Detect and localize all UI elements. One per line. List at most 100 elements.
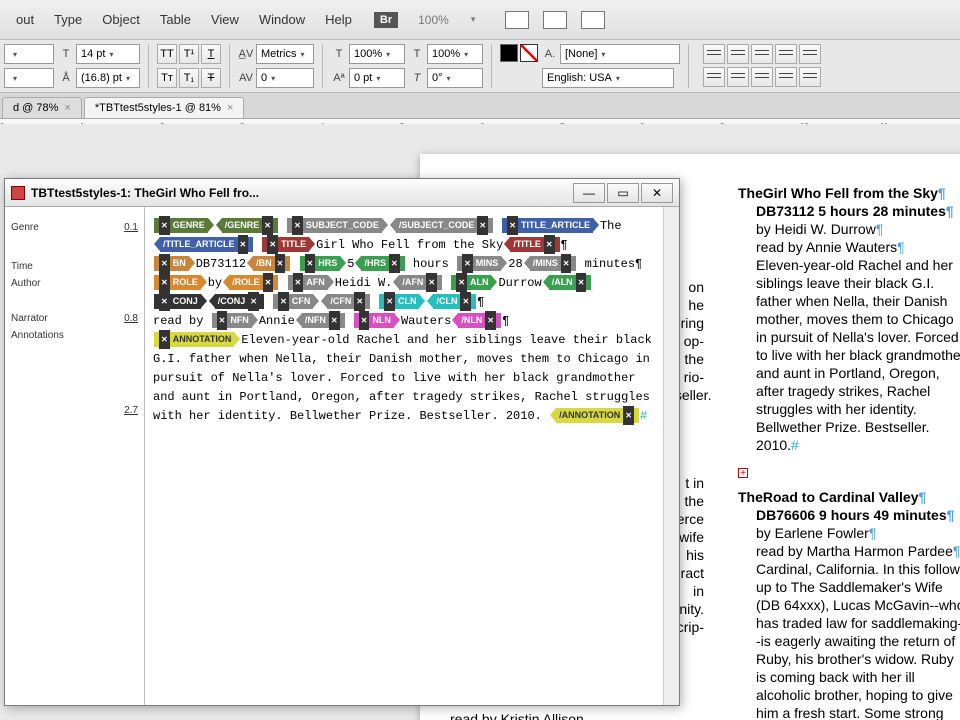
maximize-button[interactable]: ▭: [607, 183, 639, 203]
entry-narrator: read by Martha Harmon Pardee: [756, 543, 953, 559]
depth-label: 2.7: [124, 405, 138, 416]
book-entry: TheGirl Who Fell from the Sky¶ DB73112 5…: [738, 184, 960, 454]
hscale-icon: T: [409, 46, 425, 62]
leading-icon: Å: [58, 70, 74, 86]
smallcaps-button[interactable]: Tᴛ: [157, 68, 177, 88]
tag-nfn-close[interactable]: /NFN✕: [302, 313, 345, 328]
scrollbar[interactable]: [663, 207, 679, 705]
tag-bn-close[interactable]: /BN✕: [253, 256, 290, 271]
tag-aln-open[interactable]: ✕ALN: [451, 275, 491, 290]
story-editor-titlebar[interactable]: TBTtest5styles-1: TheGirl Who Fell fro..…: [5, 179, 679, 207]
text-column-2: TheGirl Who Fell from the Sky¶ DB73112 5…: [738, 184, 960, 720]
underline-button[interactable]: T: [201, 44, 221, 64]
tag-bn-open[interactable]: ✕BN: [154, 256, 189, 271]
tag-afn-open[interactable]: ✕AFN: [288, 275, 328, 290]
strike-button[interactable]: T: [201, 68, 221, 88]
document-tab-1[interactable]: *TBTtest5styles-1 @ 81%×: [84, 97, 245, 118]
view-mode-1-icon[interactable]: [505, 11, 529, 29]
tag-role-close[interactable]: /ROLE✕: [229, 275, 278, 290]
align-towards-spine-button[interactable]: [703, 67, 725, 87]
tag-titlearticle-close[interactable]: /TITLE_ARTICLE✕: [160, 237, 253, 252]
close-icon[interactable]: ×: [227, 102, 233, 114]
tag-cln-open[interactable]: ✕CLN: [379, 294, 419, 309]
zoom-display[interactable]: 100%: [408, 7, 459, 33]
align-justify-all-button[interactable]: [799, 44, 821, 64]
baseline-combo[interactable]: 0 pt: [349, 68, 405, 88]
subscript-button[interactable]: T₁: [179, 68, 199, 88]
tag-genre-open[interactable]: ✕GENRE: [154, 218, 208, 233]
view-mode-3-icon[interactable]: [581, 11, 605, 29]
charstyle-combo[interactable]: [None]: [560, 44, 680, 64]
tag-titlearticle-open[interactable]: ✕TITLE_ARTICLE: [502, 218, 593, 233]
tag-title-open[interactable]: ✕TITLE: [262, 237, 309, 252]
align-opt1-button[interactable]: [751, 67, 773, 87]
tag-afn-close[interactable]: /AFN✕: [399, 275, 442, 290]
align-left-button[interactable]: [703, 44, 725, 64]
tag-genre-close[interactable]: /GENRE✕: [222, 218, 278, 233]
tag-hrs-close[interactable]: /HRS✕: [361, 256, 404, 271]
story-editor-content[interactable]: ✕GENRE/GENRE✕ ✕SUBJECT_CODE/SUBJECT_CODE…: [145, 207, 663, 705]
menu-layout[interactable]: out: [6, 6, 44, 33]
document-tab-0[interactable]: d @ 78%×: [2, 97, 82, 118]
text-content: Durrow: [498, 276, 541, 290]
close-button[interactable]: ✕: [641, 183, 673, 203]
control-bar: T 14 pt Å(16.8) pt TT T¹ T Tᴛ T₁ T A̲VMet…: [0, 40, 960, 93]
tag-cln-close[interactable]: /CLN✕: [433, 294, 476, 309]
hscale-combo[interactable]: 100%: [427, 44, 483, 64]
align-away-spine-button[interactable]: [727, 67, 749, 87]
fill-swatch[interactable]: [500, 44, 518, 62]
tag-mins-open[interactable]: ✕MINS: [457, 256, 501, 271]
tag-subject-close[interactable]: /SUBJECT_CODE✕: [396, 218, 493, 233]
align-opt2-button[interactable]: [775, 67, 797, 87]
language-combo[interactable]: English: USA: [542, 68, 674, 88]
skew-combo[interactable]: 0°: [427, 68, 483, 88]
entry-annotation: Eleven-year-old Rachel and her siblings …: [756, 257, 960, 453]
tag-nfn-open[interactable]: ✕NFN: [212, 313, 252, 328]
view-mode-2-icon[interactable]: [543, 11, 567, 29]
menu-type[interactable]: Type: [44, 6, 92, 33]
tag-nln-close[interactable]: /NLN✕: [458, 313, 501, 328]
font-style-combo[interactable]: [4, 68, 54, 88]
tag-title-close[interactable]: /TITLE✕: [510, 237, 559, 252]
tag-cfn-close[interactable]: /CFN✕: [327, 294, 370, 309]
minimize-button[interactable]: —: [573, 183, 605, 203]
menu-object[interactable]: Object: [92, 6, 150, 33]
entry-author: by Earlene Fowler: [756, 525, 869, 541]
tag-annotation-open[interactable]: ✕ANNOTATION: [154, 332, 234, 347]
vscale-combo[interactable]: 100%: [349, 44, 405, 64]
story-editor-style-column: Genre0.1 Time Author Narrator0.8 Annotat…: [5, 207, 145, 705]
font-size-combo[interactable]: 14 pt: [76, 44, 140, 64]
tag-mins-close[interactable]: /MINS✕: [530, 256, 577, 271]
allcaps-button[interactable]: TT: [157, 44, 177, 64]
tracking-combo[interactable]: 0: [256, 68, 314, 88]
style-label: Genre: [11, 222, 39, 233]
align-opt3-button[interactable]: [799, 67, 821, 87]
bridge-icon[interactable]: Br: [374, 12, 398, 28]
menu-help[interactable]: Help: [315, 6, 362, 33]
align-right-button[interactable]: [751, 44, 773, 64]
skew-icon: T: [409, 70, 425, 86]
tag-annotation-close[interactable]: /ANNOTATION✕: [556, 408, 639, 423]
kerning-combo[interactable]: Metrics: [256, 44, 314, 64]
tag-conj-close[interactable]: /CONJ✕: [215, 294, 264, 309]
font-family-combo[interactable]: [4, 44, 54, 64]
tag-aln-close[interactable]: /ALN✕: [549, 275, 592, 290]
menu-table[interactable]: Table: [150, 6, 201, 33]
tag-subject-open[interactable]: ✕SUBJECT_CODE: [287, 218, 382, 233]
stroke-swatch[interactable]: [520, 44, 538, 62]
overset-text-icon[interactable]: +: [738, 468, 748, 478]
align-justify-button[interactable]: [775, 44, 797, 64]
align-center-button[interactable]: [727, 44, 749, 64]
menu-view[interactable]: View: [201, 6, 249, 33]
leading-combo[interactable]: (16.8) pt: [76, 68, 140, 88]
close-icon[interactable]: ×: [64, 102, 70, 114]
tag-cfn-open[interactable]: ✕CFN: [273, 294, 313, 309]
tag-hrs-open[interactable]: ✕HRS: [300, 256, 341, 271]
tag-role-open[interactable]: ✕ROLE: [154, 275, 201, 290]
superscript-button[interactable]: T¹: [179, 44, 199, 64]
text-content: 28: [508, 257, 522, 271]
tag-nln-open[interactable]: ✕NLN: [354, 313, 394, 328]
kerning-icon: A̲V: [238, 46, 254, 62]
tag-conj-open[interactable]: ✕CONJ: [154, 294, 201, 309]
menu-window[interactable]: Window: [249, 6, 315, 33]
